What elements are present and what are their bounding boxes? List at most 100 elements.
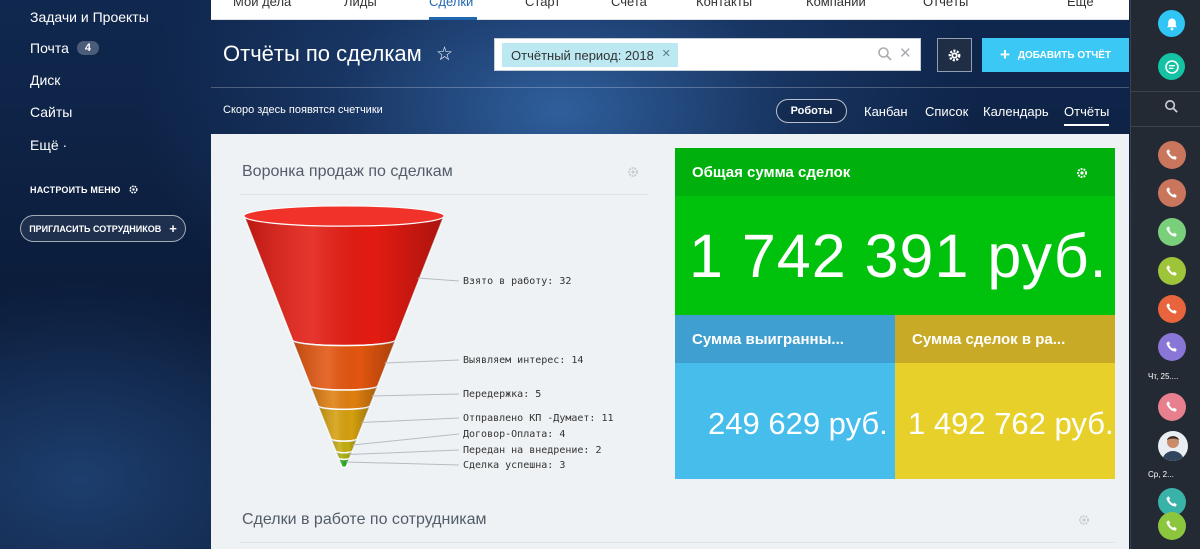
robots-button[interactable]: Роботы (776, 99, 847, 123)
sidebar-item-label: Ещё · (30, 137, 68, 153)
sidebar-item-tasks[interactable]: Задачи и Проекты (30, 9, 149, 25)
inwork-tile-title: Сумма сделок в ра... (912, 331, 1066, 348)
sidebar-item-sites[interactable]: Сайты (30, 104, 72, 120)
search-icon[interactable] (1164, 99, 1179, 114)
funnel-segment-shading (244, 216, 444, 346)
tab-companies[interactable]: Компании (806, 0, 866, 9)
phone-icon (1166, 187, 1177, 198)
funnel-stage-label: Передержка: 5 (463, 389, 541, 400)
add-report-button[interactable]: + ДОБАВИТЬ ОТЧЁТ (982, 38, 1129, 72)
settings-button[interactable] (937, 38, 972, 72)
funnel-stage-label: Отправлено КП -Думает: 11 (463, 413, 614, 424)
phone-icon (1166, 496, 1177, 507)
funnel-chart: Взято в работу: 32 Выявляем интерес: 14 Пе… (243, 205, 614, 471)
call-button[interactable] (1158, 333, 1186, 361)
tab-leads[interactable]: Лиды (344, 0, 377, 9)
employees-section-title: Сделки в работе по сотрудникам (242, 511, 487, 528)
view-calendar[interactable]: Календарь (983, 104, 1049, 119)
call-button[interactable] (1158, 257, 1186, 285)
call-button[interactable] (1158, 512, 1186, 540)
filter-chip[interactable]: Отчётный период: 2018 ✕ (502, 43, 678, 67)
funnel-settings-icon[interactable] (627, 166, 639, 178)
right-bar: Чт, 25.... Ср, 2... (1130, 0, 1200, 549)
total-tile-title: Общая сумма сделок (692, 164, 851, 181)
tile-settings-icon[interactable] (1076, 167, 1088, 179)
total-sum-value: 1 742 391 руб. (689, 222, 1108, 290)
funnel-stage-label: Передан на внедрение: 2 (463, 445, 601, 456)
won-tile-title: Сумма выигранны... (692, 331, 844, 348)
invite-label: ПРИГЛАСИТЬ СОТРУДНИКОВ (29, 223, 162, 234)
tab-invoices[interactable]: Счета (611, 0, 647, 9)
funnel-leader-line (384, 359, 460, 364)
funnel-segment-shading (292, 340, 396, 391)
chat-icon (1164, 59, 1179, 74)
avatar[interactable] (1158, 431, 1188, 461)
sidebar-item-mail[interactable]: Почта 4 (30, 40, 100, 56)
bell-icon (1166, 18, 1177, 30)
filter-search-input[interactable]: Отчётный период: 2018 ✕ ✕ (494, 38, 921, 71)
phone-icon (1166, 226, 1177, 237)
view-kanban[interactable]: Канбан (864, 104, 908, 119)
plus-icon: + (169, 221, 177, 236)
funnel-leader-line (371, 393, 460, 397)
tab-more[interactable]: Ещё (1067, 0, 1094, 9)
funnel-leader-line (361, 417, 460, 423)
phone-icon (1166, 149, 1177, 160)
top-nav: Мой дела Лиды Сделки Старт Счета Контакт… (211, 0, 1129, 20)
plus-icon: + (999, 45, 1010, 64)
person-icon (1162, 436, 1184, 461)
funnel-title: Воронка продаж по сделкам (242, 163, 453, 180)
date-label: Ср, 2... (1148, 470, 1174, 479)
call-button[interactable] (1158, 179, 1186, 207)
tab-start[interactable]: Старт (525, 0, 560, 9)
call-button[interactable] (1158, 141, 1186, 169)
total-sum-tile: Общая сумма сделок 1 742 391 руб. (675, 148, 1115, 315)
funnel-leader-line (346, 461, 460, 466)
funnel-leader-line (352, 433, 460, 446)
mail-count-badge: 4 (76, 41, 100, 55)
tab-reports[interactable]: Отчёты (923, 0, 968, 9)
star-icon[interactable]: ☆ (436, 43, 453, 66)
funnel-segment-shading (318, 406, 370, 442)
employees-settings-icon[interactable] (1078, 514, 1090, 526)
page-title: Отчёты по сделкам (223, 41, 422, 66)
tab-deals[interactable]: Сделки (429, 0, 473, 9)
call-button[interactable] (1158, 295, 1186, 323)
counters-placeholder: Скоро здесь появятся счетчики (223, 104, 383, 116)
funnel-stage-label: Договор-Оплата: 4 (463, 429, 565, 440)
phone-icon (1166, 265, 1177, 276)
search-icon[interactable] (877, 46, 893, 62)
inwork-sum-tile: Сумма сделок в ра... 1 492 762 руб. (895, 315, 1115, 479)
phone-icon (1166, 520, 1177, 531)
funnel-top (243, 205, 445, 227)
call-button[interactable] (1158, 393, 1186, 421)
active-tab-indicator (429, 17, 477, 20)
phone-icon (1166, 303, 1177, 314)
clear-filter-icon[interactable]: ✕ (899, 44, 912, 62)
tab-my-activities[interactable]: Мой дела (233, 0, 291, 9)
configure-menu-label: НАСТРОИТЬ МЕНЮ (30, 184, 121, 195)
date-label: Чт, 25.... (1148, 372, 1179, 381)
notifications-button[interactable] (1158, 10, 1185, 37)
tab-contacts[interactable]: Контакты (696, 0, 752, 9)
chip-close-icon[interactable]: ✕ (662, 47, 671, 60)
divider (1131, 91, 1200, 92)
add-report-label: ДОБАВИТЬ ОТЧЁТ (1017, 49, 1112, 61)
left-sidebar: Задачи и Проекты Почта 4 Диск Сайты Ещё ·… (0, 0, 211, 549)
invite-employees-button[interactable]: ПРИГЛАСИТЬ СОТРУДНИКОВ + (20, 215, 186, 242)
gear-icon (948, 49, 961, 61)
sidebar-item-more[interactable]: Ещё · (30, 137, 67, 153)
call-button[interactable] (1158, 218, 1186, 246)
inwork-sum-value: 1 492 762 руб. (908, 406, 1114, 441)
funnel-leader-line (417, 277, 460, 282)
sidebar-item-label: Задачи и Проекты (30, 9, 149, 25)
funnel-leader-line (348, 449, 460, 455)
reports-content: Воронка продаж по сделкам Взято в работу… (211, 134, 1129, 549)
chat-button[interactable] (1158, 53, 1185, 80)
filter-chip-label: Отчётный период: 2018 (511, 47, 654, 63)
sidebar-item-disk[interactable]: Диск (30, 72, 60, 88)
divider (211, 87, 1129, 88)
view-reports[interactable]: Отчёты (1064, 104, 1110, 126)
configure-menu-button[interactable]: НАСТРОИТЬ МЕНЮ (30, 184, 139, 195)
view-list[interactable]: Список (925, 104, 968, 119)
